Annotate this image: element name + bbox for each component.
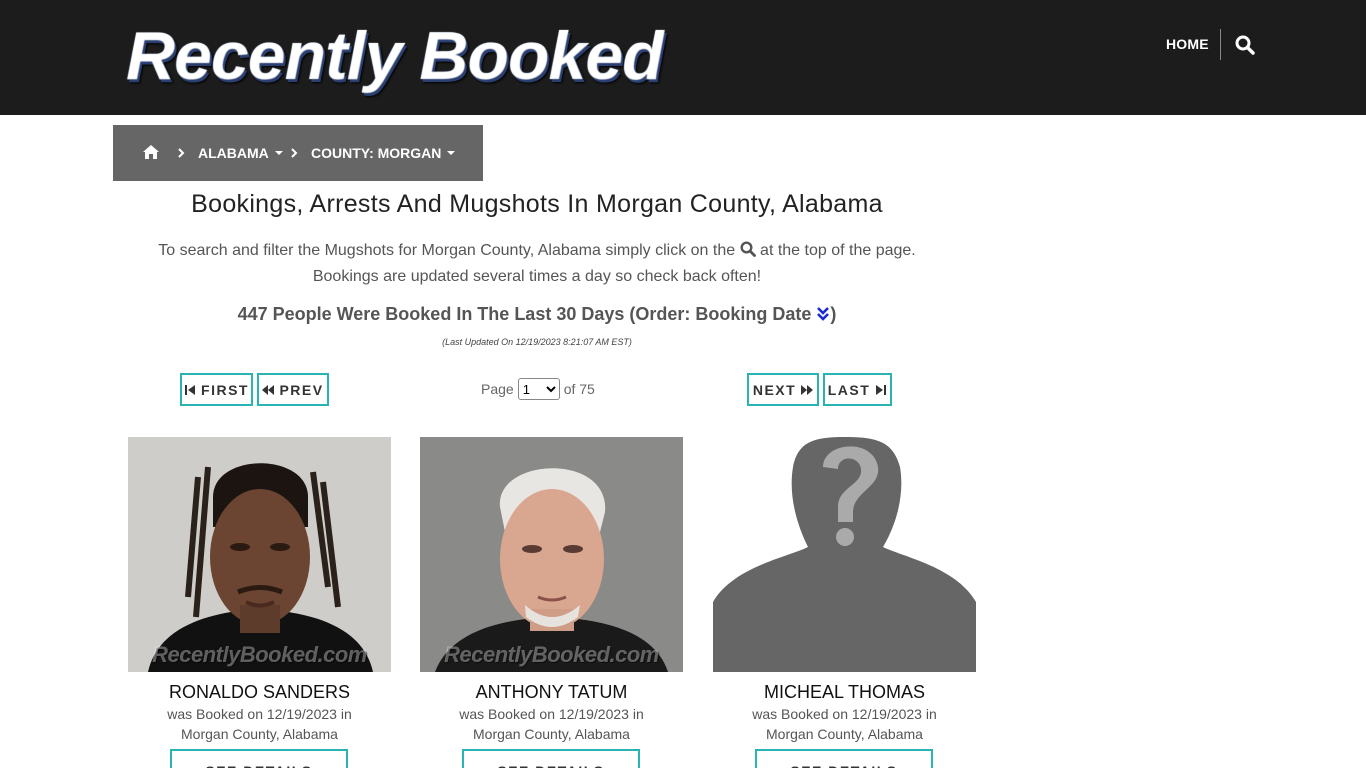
booking-card[interactable]: RecentlyBooked.com ANTHONY TATUM was Boo…	[420, 437, 683, 768]
booking-count: 447 People Were Booked In The Last 30 Da…	[113, 304, 961, 325]
caret-down-icon	[274, 151, 283, 155]
next-page-label: NEXT	[752, 381, 797, 398]
booked-date: was Booked on 12/19/2023 in	[752, 706, 937, 722]
first-page-button[interactable]: FIRST	[180, 373, 253, 406]
no-photo-placeholder[interactable]	[713, 437, 976, 672]
intro-text: To search and filter the Mugshots for Mo…	[113, 238, 961, 290]
prev-page-label: PREV	[279, 381, 324, 398]
mugshot-photo[interactable]: RecentlyBooked.com	[420, 437, 683, 672]
person-name[interactable]: MICHEAL THOMAS	[713, 682, 976, 703]
page-title: Bookings, Arrests And Mugshots In Morgan…	[191, 190, 883, 218]
rewind-icon	[262, 384, 275, 395]
booked-county: Morgan County, Alabama	[473, 726, 630, 742]
skip-last-icon	[876, 384, 887, 395]
mugshot-illustration	[128, 437, 391, 672]
nav-divider	[1220, 29, 1221, 60]
first-page-label: FIRST	[201, 381, 249, 398]
caret-down-icon	[447, 151, 456, 155]
intro-line2: Bookings are updated several times a day…	[312, 268, 762, 285]
booking-count-close: )	[830, 304, 837, 324]
booked-county: Morgan County, Alabama	[181, 726, 338, 742]
chevron-right-icon	[178, 148, 185, 158]
fast-forward-icon	[801, 384, 814, 395]
skip-first-icon	[185, 384, 196, 395]
person-name[interactable]: ANTHONY TATUM	[420, 682, 683, 703]
see-details-button[interactable]: SEE DETAILS	[755, 749, 933, 768]
intro-line1-a: To search and filter the Mugshots for Mo…	[158, 242, 736, 259]
booking-count-text: 447 People Were Booked In The Last 30 Da…	[237, 304, 812, 324]
booking-card[interactable]: MICHEAL THOMAS was Booked on 12/19/2023 …	[713, 437, 976, 768]
last-page-label: LAST	[827, 381, 871, 398]
home-icon[interactable]	[142, 144, 160, 160]
double-chevron-down-icon[interactable]	[816, 306, 830, 322]
see-details-button[interactable]: SEE DETAILS	[462, 749, 640, 768]
last-page-button[interactable]: LAST	[823, 373, 892, 406]
next-page-button[interactable]: NEXT	[747, 373, 819, 406]
mugshot-illustration	[420, 437, 683, 672]
person-name[interactable]: RONALDO SANDERS	[128, 682, 391, 703]
watermark: RecentlyBooked.com	[444, 642, 659, 667]
page-select[interactable]: 1	[517, 378, 560, 400]
booked-date: was Booked on 12/19/2023 in	[167, 706, 352, 722]
last-updated: (Last Updated On 12/19/2023 8:21:07 AM E…	[442, 337, 632, 347]
booking-card[interactable]: RecentlyBooked.com RONALDO SANDERS was B…	[128, 437, 391, 768]
nav-home-link[interactable]: HOME	[1166, 36, 1209, 52]
breadcrumb-county[interactable]: COUNTY: MORGAN	[311, 145, 456, 161]
booked-date: was Booked on 12/19/2023 in	[459, 706, 644, 722]
see-details-button[interactable]: SEE DETAILS	[170, 749, 348, 768]
question-silhouette-icon	[713, 437, 976, 672]
chevron-right-icon	[291, 148, 298, 158]
mugshot-photo[interactable]: RecentlyBooked.com	[128, 437, 391, 672]
breadcrumb: ALABAMA COUNTY: MORGAN	[113, 125, 483, 181]
site-header: Recently Booked HOME	[0, 0, 1366, 115]
search-icon	[740, 241, 756, 257]
page-label: Page	[481, 381, 514, 397]
search-icon[interactable]	[1235, 35, 1255, 55]
prev-page-button[interactable]: PREV	[257, 373, 329, 406]
booked-county: Morgan County, Alabama	[766, 726, 923, 742]
intro-line1-b: at the top of the page.	[760, 242, 916, 259]
page-selector: Page 1 of 75	[481, 378, 595, 400]
site-logo[interactable]: Recently Booked	[126, 18, 664, 94]
watermark: RecentlyBooked.com	[152, 642, 367, 667]
breadcrumb-state[interactable]: ALABAMA	[198, 145, 283, 161]
page-total: of 75	[563, 381, 595, 397]
